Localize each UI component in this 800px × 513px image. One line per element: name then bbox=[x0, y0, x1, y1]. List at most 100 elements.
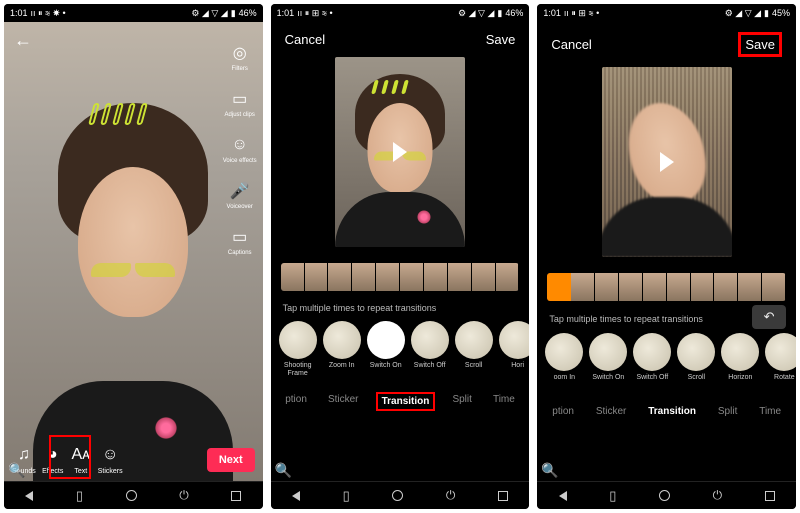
voiceover-icon: 🎤 bbox=[229, 180, 251, 202]
magnify-icon[interactable]: 🔍 bbox=[541, 462, 558, 479]
status-icons-right: ⚙ ◢ ▽ ◢ bbox=[725, 8, 761, 19]
text-icon: Aᴀ bbox=[70, 444, 92, 466]
nav-power-icon[interactable]: ⏻ bbox=[713, 488, 723, 503]
status-bar: 1:01 ıı ⏸ ⊞ ≋ • ⚙ ◢ ▽ ◢ ▮ 46% bbox=[271, 4, 530, 22]
voice-effects-tool[interactable]: ☺ Voice effects bbox=[223, 134, 257, 164]
tab-split[interactable]: Split bbox=[448, 392, 475, 411]
tab-ption[interactable]: ption bbox=[548, 404, 578, 419]
timeline-thumb bbox=[714, 273, 738, 301]
nav-back-icon[interactable] bbox=[292, 491, 300, 501]
transition-item[interactable]: Switch Off bbox=[633, 333, 671, 390]
nav-back-icon[interactable] bbox=[559, 491, 567, 501]
status-icons-right: ⚙ ◢ ▽ ◢ bbox=[458, 8, 494, 19]
effects-button[interactable]: ◕ Effects bbox=[42, 444, 64, 475]
status-bar: 1:01 ıı ⏸ ≋ ☀ • ⚙ ◢ ▽ ◢ ▮ 46% bbox=[4, 4, 263, 22]
voiceover-tool[interactable]: 🎤 Voiceover bbox=[227, 180, 253, 210]
play-icon[interactable] bbox=[393, 142, 407, 162]
status-icons-right: ⚙ ◢ ▽ ◢ bbox=[191, 8, 227, 19]
timeline-thumb bbox=[496, 263, 520, 291]
transition-item[interactable]: Switch Off bbox=[411, 321, 449, 378]
timeline[interactable] bbox=[547, 273, 786, 301]
transition-label: Switch Off bbox=[636, 374, 668, 390]
tab-sticker[interactable]: Sticker bbox=[592, 404, 631, 419]
transition-label: Shooting Frame bbox=[279, 362, 317, 378]
nav-recent-icon[interactable]: ▯ bbox=[76, 488, 83, 504]
status-icons-left: ıı ⏸ ⊞ ≋ • bbox=[564, 8, 599, 19]
transition-item[interactable]: Switch On bbox=[367, 321, 405, 378]
nav-home-icon[interactable] bbox=[126, 490, 137, 501]
transition-item[interactable]: Horizon bbox=[721, 333, 759, 390]
nav-recent-icon[interactable]: ▯ bbox=[343, 488, 350, 504]
adjust-clips-label: Adjust clips bbox=[225, 112, 255, 118]
transition-item[interactable]: Switch On bbox=[589, 333, 627, 390]
cancel-button[interactable]: Cancel bbox=[551, 37, 591, 52]
transition-thumbnail bbox=[545, 333, 583, 371]
transition-label: Hori bbox=[511, 362, 524, 378]
voice-effects-label: Voice effects bbox=[223, 158, 257, 164]
text-label: Text bbox=[74, 468, 87, 475]
play-icon[interactable] bbox=[660, 152, 674, 172]
magnify-icon[interactable]: 🔍 bbox=[8, 462, 25, 479]
transition-label: Switch On bbox=[592, 374, 624, 390]
tab-transition[interactable]: Transition bbox=[644, 404, 700, 419]
tab-time[interactable]: Time bbox=[489, 392, 519, 411]
text-button[interactable]: Aᴀ Text bbox=[70, 444, 92, 475]
timeline-thumb bbox=[352, 263, 376, 291]
side-toolbar: ◎ Filters ▭ Adjust clips ☺ Voice effects… bbox=[223, 42, 257, 256]
nav-power-icon[interactable]: ⏻ bbox=[179, 488, 189, 503]
transition-item[interactable]: Scroll bbox=[677, 333, 715, 390]
transition-thumbnail bbox=[499, 321, 530, 359]
tab-time[interactable]: Time bbox=[755, 404, 785, 419]
voiceover-label: Voiceover bbox=[227, 204, 253, 210]
transition-item[interactable]: Shooting Frame bbox=[279, 321, 317, 378]
nav-recent-icon[interactable]: ▯ bbox=[609, 488, 616, 504]
filters-tool[interactable]: ◎ Filters bbox=[229, 42, 251, 72]
cancel-button[interactable]: Cancel bbox=[285, 32, 325, 47]
preview-person-sweater bbox=[335, 192, 465, 247]
next-button[interactable]: Next bbox=[207, 448, 255, 472]
transition-content: Cancel Save Tap multiple times to repeat… bbox=[537, 22, 796, 481]
tab-sticker[interactable]: Sticker bbox=[324, 392, 363, 411]
save-button[interactable]: Save bbox=[486, 32, 516, 47]
transition-item[interactable]: Scroll bbox=[455, 321, 493, 378]
transitions-list[interactable]: oom In Switch On Switch Off ScrollHorizon Ro… bbox=[537, 329, 796, 394]
nav-power-icon[interactable]: ⏻ bbox=[446, 488, 456, 503]
nav-overview-icon[interactable] bbox=[498, 491, 508, 501]
transitions-list[interactable]: Shooting Frame Zoom InSwitch On Switch Off… bbox=[271, 317, 530, 382]
nav-overview-icon[interactable] bbox=[765, 491, 775, 501]
transition-item[interactable]: Hori bbox=[499, 321, 530, 378]
tab-transition[interactable]: Transition bbox=[376, 392, 436, 411]
video-preview[interactable] bbox=[602, 67, 732, 257]
preview-flower-icon bbox=[416, 209, 432, 225]
transition-label: Rotate bbox=[774, 374, 795, 390]
back-button[interactable]: ← bbox=[14, 30, 32, 51]
captions-tool[interactable]: ▭ Captions bbox=[228, 226, 252, 256]
adjust-clips-tool[interactable]: ▭ Adjust clips bbox=[225, 88, 255, 118]
transition-item[interactable]: Rotate bbox=[765, 333, 796, 390]
nav-back-icon[interactable] bbox=[25, 491, 33, 501]
save-button[interactable]: Save bbox=[738, 32, 782, 57]
tab-split[interactable]: Split bbox=[714, 404, 741, 419]
filters-icon: ◎ bbox=[229, 42, 251, 64]
status-time: 1:01 bbox=[10, 8, 28, 18]
nav-overview-icon[interactable] bbox=[231, 491, 241, 501]
transition-label: Switch Off bbox=[414, 362, 446, 378]
tab-ption[interactable]: ption bbox=[281, 392, 311, 411]
video-preview[interactable] bbox=[335, 57, 465, 247]
status-battery-icon: ▮ bbox=[497, 8, 502, 19]
transition-item[interactable]: oom In bbox=[545, 333, 583, 390]
nav-home-icon[interactable] bbox=[659, 490, 670, 501]
timeline-thumb bbox=[691, 273, 715, 301]
video-preview[interactable]: ← ◎ Filters ▭ Adjust clips ☺ Voice effec… bbox=[4, 22, 263, 481]
undo-button[interactable]: ↶ bbox=[752, 305, 786, 329]
transition-thumbnail bbox=[323, 321, 361, 359]
transition-item[interactable]: Zoom In bbox=[323, 321, 361, 378]
effects-label: Effects bbox=[42, 468, 63, 475]
magnify-icon[interactable]: 🔍 bbox=[275, 462, 292, 479]
stickers-button[interactable]: ☺ Stickers bbox=[98, 444, 123, 475]
tip-text: Tap multiple times to repeat transitions bbox=[537, 306, 715, 328]
transition-thumbnail bbox=[677, 333, 715, 371]
timeline[interactable] bbox=[281, 263, 520, 291]
screen-transition-picker: 1:01 ıı ⏸ ⊞ ≋ • ⚙ ◢ ▽ ◢ ▮ 46% Cancel Sav… bbox=[271, 4, 530, 509]
nav-home-icon[interactable] bbox=[392, 490, 403, 501]
